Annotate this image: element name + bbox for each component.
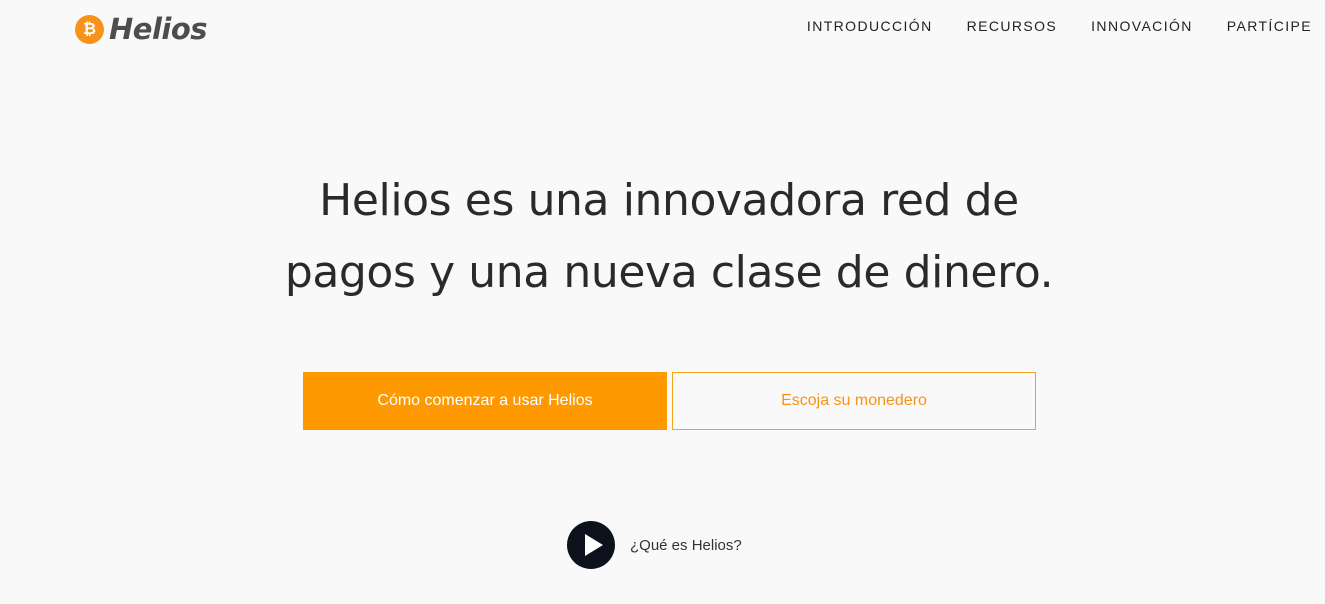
hero-title: Helios es una innovadora red de pagos y …: [0, 165, 1325, 309]
main-nav: INTRODUCCIÓN RECURSOS INNOVACIÓN PARTÍCI…: [807, 18, 1312, 34]
nav-item-innovacion[interactable]: INNOVACIÓN: [1091, 18, 1193, 34]
nav-item-recursos[interactable]: RECURSOS: [967, 18, 1058, 34]
choose-wallet-button[interactable]: Escoja su monedero: [672, 372, 1036, 430]
logo-link[interactable]: ₿ Helios: [75, 12, 208, 46]
nav-item-participe[interactable]: PARTÍCIPE: [1227, 18, 1312, 34]
nav-item-introduccion[interactable]: INTRODUCCIÓN: [807, 18, 933, 34]
video-label: ¿Qué es Helios?: [630, 536, 742, 554]
what-is-video-link[interactable]: ¿Qué es Helios?: [567, 521, 742, 569]
logo-text: Helios: [109, 12, 208, 46]
hero-title-line-1: Helios es una innovadora red de: [319, 175, 1019, 226]
bitcoin-icon: ₿: [75, 14, 104, 44]
play-icon[interactable]: [567, 521, 615, 569]
page: ₿ Helios INTRODUCCIÓN RECURSOS INNOVACIÓ…: [0, 0, 1325, 604]
hero-title-line-2: pagos y una nueva clase de dinero.: [284, 247, 1054, 298]
get-started-button[interactable]: Cómo comenzar a usar Helios: [303, 372, 667, 430]
